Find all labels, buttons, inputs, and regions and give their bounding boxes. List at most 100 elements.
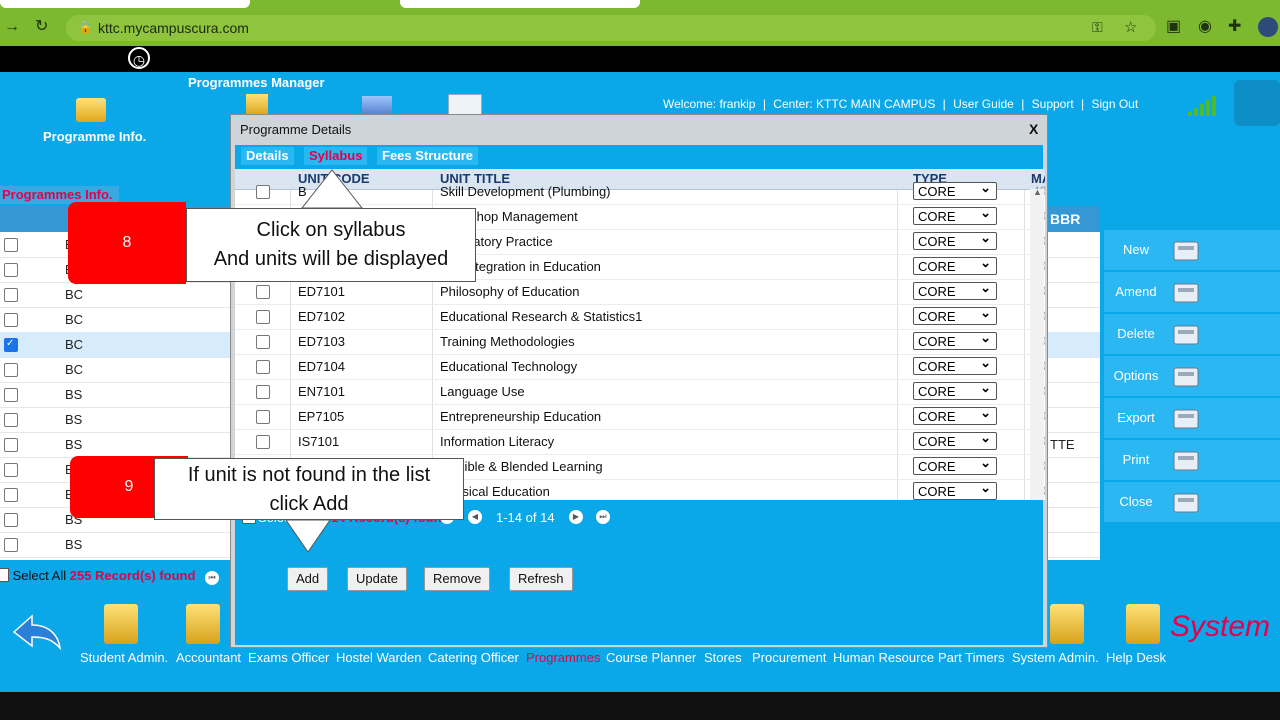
row-checkbox[interactable] xyxy=(256,185,270,199)
back-arrow-icon[interactable] xyxy=(10,612,62,652)
type-select[interactable]: CORE xyxy=(913,254,997,275)
new-button[interactable]: New xyxy=(1104,230,1280,270)
unit-row[interactable]: ED7101Philosophy of EducationCORE20 xyxy=(235,279,1045,305)
row-checkbox[interactable] xyxy=(4,513,18,527)
last-page-icon[interactable]: ⏭ xyxy=(596,510,610,524)
row-checkbox[interactable] xyxy=(256,310,270,324)
type-select[interactable]: CORE xyxy=(913,454,997,475)
help-desk-icon[interactable] xyxy=(1126,604,1160,644)
unit-row[interactable]: ED7102 Educational Research & Statistics1… xyxy=(235,304,1045,330)
unit-row[interactable]: EP7105Entrepreneurship EducationCORE20 xyxy=(235,404,1045,430)
remove-button[interactable]: Remove xyxy=(424,567,491,591)
unit-row[interactable]: ED7103Training MethodologiesCORE40 xyxy=(235,329,1045,355)
row-checkbox[interactable] xyxy=(4,413,18,427)
tab-fees-structure[interactable]: Fees Structure xyxy=(377,147,479,165)
taskbar-item-help-desk[interactable]: Help Desk xyxy=(1106,650,1166,665)
taskbar-item-accountant[interactable]: Accountant xyxy=(176,650,241,665)
tab-search-icon[interactable]: ▣ xyxy=(1166,18,1181,36)
row-checkbox[interactable] xyxy=(4,338,18,352)
row-checkbox[interactable] xyxy=(256,435,270,449)
user-guide-link[interactable]: User Guide xyxy=(953,97,1014,111)
books-icon[interactable] xyxy=(246,94,268,116)
star-icon[interactable]: ☆ xyxy=(1124,18,1137,36)
reload-icon[interactable]: ↻ xyxy=(35,18,48,36)
vertical-scrollbar[interactable]: ▲ xyxy=(1030,187,1044,500)
next-page-icon[interactable]: ▶ xyxy=(569,510,583,524)
extensions-icon[interactable]: ✚ xyxy=(1228,18,1241,36)
taskbar-item-part-timers[interactable]: Part Timers xyxy=(938,650,1004,665)
key-icon[interactable]: ⚿ xyxy=(1092,19,1103,36)
type-select[interactable]: CORE xyxy=(913,229,997,250)
add-button[interactable]: Add xyxy=(287,567,329,591)
row-checkbox[interactable] xyxy=(4,388,18,402)
taskbar-item-hostel-warden[interactable]: Hostel Warden xyxy=(336,650,422,665)
taskbar-item-course-planner[interactable]: Course Planner xyxy=(606,650,696,665)
taskbar-item-exams-officer[interactable]: Exams Officer xyxy=(248,650,329,665)
tab-syllabus[interactable]: Syllabus xyxy=(304,147,368,165)
taskbar-item-procurement[interactable]: Procurement xyxy=(752,650,826,665)
unit-row[interactable]: ED7104Educational TechnologyCORE40 xyxy=(235,354,1045,380)
row-checkbox[interactable] xyxy=(4,488,18,502)
type-select[interactable]: CORE xyxy=(913,329,997,350)
programme-info-icon[interactable] xyxy=(76,98,106,122)
type-select[interactable]: CORE xyxy=(913,204,997,225)
row-checkbox[interactable] xyxy=(256,385,270,399)
row-checkbox[interactable] xyxy=(4,313,18,327)
row-checkbox[interactable] xyxy=(256,285,270,299)
type-select[interactable]: CORE xyxy=(913,354,997,375)
taskbar-item-catering-officer[interactable]: Catering Officer xyxy=(428,650,519,665)
row-checkbox[interactable] xyxy=(256,360,270,374)
camera-icon[interactable]: ◉ xyxy=(1198,18,1212,36)
tab-details[interactable]: Details xyxy=(241,147,294,165)
export-button[interactable]: Export xyxy=(1104,398,1280,438)
type-select[interactable]: CORE xyxy=(913,479,997,500)
row-checkbox[interactable] xyxy=(256,335,270,349)
type-select[interactable]: CORE xyxy=(913,404,997,425)
taskbar-item-programmes[interactable]: Programmes xyxy=(526,650,600,665)
update-button[interactable]: Update xyxy=(347,567,407,591)
unit-row[interactable]: IS7101Information LiteracyCORE20 xyxy=(235,429,1045,455)
delete-button[interactable]: Delete xyxy=(1104,314,1280,354)
row-checkbox[interactable] xyxy=(4,363,18,377)
close-button[interactable]: Close xyxy=(1104,482,1280,522)
taskbar-item-system-admin[interactable]: System Admin. xyxy=(1012,650,1099,665)
type-select[interactable]: CORE xyxy=(913,279,997,300)
programme-info-link[interactable]: Programme Info. xyxy=(43,129,146,144)
type-select[interactable]: CORE xyxy=(913,379,997,400)
profile-avatar[interactable] xyxy=(1258,17,1278,37)
taskbar-item-student-admin[interactable]: Student Admin. xyxy=(80,650,168,665)
documents-icon[interactable] xyxy=(448,94,482,116)
row-checkbox[interactable] xyxy=(4,238,18,252)
type-select[interactable]: CORE xyxy=(913,304,997,325)
catalog-icon[interactable] xyxy=(362,96,392,116)
address-bar[interactable]: 🔒 kttc.mycampuscura.com ⚿ ☆ xyxy=(66,15,1156,41)
row-checkbox[interactable] xyxy=(4,288,18,302)
type-select[interactable]: CORE xyxy=(913,429,997,450)
row-checkbox[interactable] xyxy=(4,263,18,277)
refresh-button[interactable]: Refresh xyxy=(509,567,573,591)
row-checkbox[interactable] xyxy=(4,438,18,452)
amend-button[interactable]: Amend xyxy=(1104,272,1280,312)
options-button[interactable]: Options xyxy=(1104,356,1280,396)
unit-row[interactable]: EN7101Language UseCORE40 xyxy=(235,379,1045,405)
select-all-checkbox[interactable] xyxy=(0,568,9,582)
row-checkbox[interactable] xyxy=(4,538,18,552)
type-select[interactable]: CORE xyxy=(913,179,997,200)
prev-page-icon[interactable]: ◀ xyxy=(468,510,482,524)
row-checkbox[interactable] xyxy=(4,463,18,477)
accountant-icon[interactable] xyxy=(186,604,220,644)
dialog-close-button[interactable]: X xyxy=(1029,121,1038,137)
browser-tab[interactable] xyxy=(0,0,250,8)
browser-tab[interactable] xyxy=(400,0,640,8)
first-page-icon[interactable]: ⏮ xyxy=(205,571,220,585)
student-admin-icon[interactable] xyxy=(104,604,138,644)
sign-out-link[interactable]: Sign Out xyxy=(1092,97,1139,111)
part-timers-icon[interactable] xyxy=(1050,604,1084,644)
row-checkbox[interactable] xyxy=(256,410,270,424)
taskbar-item-stores[interactable]: Stores xyxy=(704,650,742,665)
print-button[interactable]: Print xyxy=(1104,440,1280,480)
taskbar-item-human-resource[interactable]: Human Resource xyxy=(833,650,934,665)
support-link[interactable]: Support xyxy=(1032,97,1074,111)
scroll-up-icon[interactable]: ▲ xyxy=(1033,187,1042,197)
forward-icon[interactable]: → xyxy=(4,18,20,36)
